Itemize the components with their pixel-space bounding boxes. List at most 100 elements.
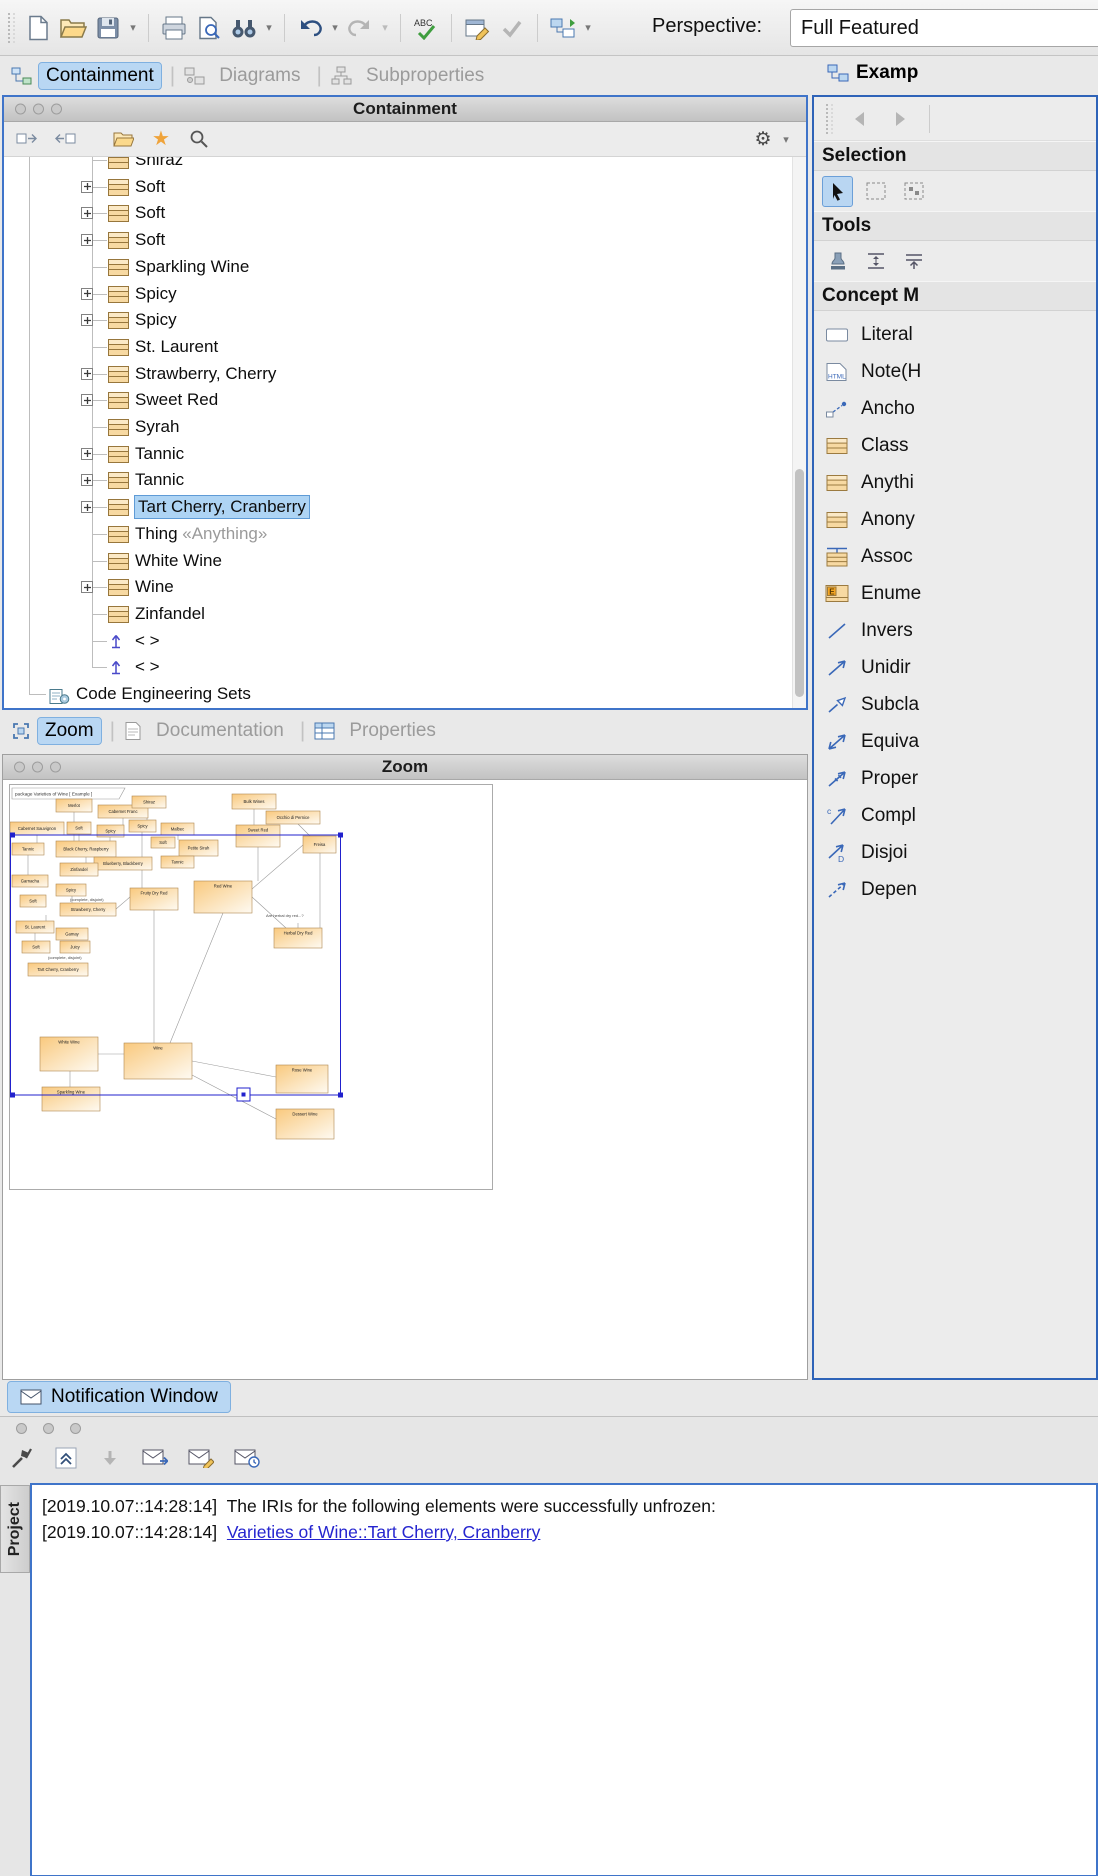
- tree-item[interactable]: Thing «Anything»: [4, 521, 774, 548]
- tree-expander-icon[interactable]: [81, 368, 93, 380]
- palette-item-literal[interactable]: Literal: [814, 316, 1096, 353]
- tree-item[interactable]: Soft: [4, 174, 774, 201]
- tree-item[interactable]: Zinfandel: [4, 601, 774, 628]
- edit-window-button[interactable]: [461, 12, 493, 44]
- back-button[interactable]: [847, 105, 875, 133]
- toolbar-grip[interactable]: [8, 13, 15, 43]
- containment-titlebar[interactable]: Containment: [4, 97, 806, 122]
- related-diagrams-button[interactable]: [547, 12, 579, 44]
- pointer-tool-button[interactable]: [822, 176, 853, 207]
- tree-expander-icon[interactable]: [81, 207, 93, 219]
- concept-modeling-section-header[interactable]: Concept M: [814, 281, 1096, 311]
- diagram-thumbnail[interactable]: package Varieties of Wine [ Example ]Mer…: [9, 784, 493, 1190]
- tree-expander-icon[interactable]: [81, 501, 93, 513]
- palette-item-subcla[interactable]: Subcla: [814, 686, 1096, 723]
- palette-item-enume[interactable]: EEnume: [814, 575, 1096, 612]
- scheduled-notification-button[interactable]: [232, 1444, 262, 1472]
- palette-item-disjoi[interactable]: DDisjoi: [814, 834, 1096, 871]
- favorites-button[interactable]: ★: [148, 126, 174, 152]
- palette-item-unidir[interactable]: Unidir: [814, 649, 1096, 686]
- toolbar-grip[interactable]: [826, 104, 833, 134]
- tree-item[interactable]: Tannic: [4, 467, 774, 494]
- tree-item[interactable]: Shiraz: [4, 157, 774, 174]
- tree-expander-icon[interactable]: [81, 394, 93, 406]
- tab-subproperties[interactable]: Subproperties: [326, 61, 496, 91]
- tree-item[interactable]: White Wine: [4, 548, 774, 575]
- tree-item[interactable]: Spicy: [4, 281, 774, 308]
- palette-item-assoc[interactable]: Assoc: [814, 538, 1096, 575]
- tree-item[interactable]: Sparkling Wine: [4, 254, 774, 281]
- marquee-select-button[interactable]: [860, 176, 891, 207]
- save-button[interactable]: [92, 12, 124, 44]
- new-project-button[interactable]: [22, 12, 54, 44]
- forward-notification-button[interactable]: [140, 1444, 170, 1472]
- quick-search-button[interactable]: [186, 126, 212, 152]
- tree-item[interactable]: Soft: [4, 200, 774, 227]
- tree-expander-icon[interactable]: [81, 448, 93, 460]
- settings-button[interactable]: ⚙: [750, 127, 776, 153]
- tab-example-diagram[interactable]: Examp: [822, 60, 923, 86]
- tree-expander-icon[interactable]: [81, 181, 93, 193]
- edit-notification-button[interactable]: [186, 1444, 216, 1472]
- save-menu-caret[interactable]: ▾: [127, 21, 139, 34]
- tree-item[interactable]: Code Engineering Sets: [4, 681, 774, 708]
- find-button[interactable]: [228, 12, 260, 44]
- tree-item[interactable]: St. Laurent: [4, 334, 774, 361]
- log-settings-button[interactable]: [8, 1444, 36, 1472]
- tree-item[interactable]: Tart Cherry, Cranberry: [4, 494, 774, 521]
- palette-item-anythi[interactable]: Anythi: [814, 464, 1096, 501]
- redo-menu-caret[interactable]: ▾: [379, 21, 391, 34]
- tree-item[interactable]: Tannic: [4, 441, 774, 468]
- tree-expander-icon[interactable]: [81, 288, 93, 300]
- find-menu-caret[interactable]: ▾: [263, 21, 275, 34]
- tree-scrollbar[interactable]: [792, 157, 806, 708]
- log-link[interactable]: Varieties of Wine::Tart Cherry, Cranberr…: [227, 1522, 540, 1542]
- settings-menu-caret[interactable]: ▾: [780, 133, 792, 146]
- tree-item[interactable]: Soft: [4, 227, 774, 254]
- tree-item[interactable]: Strawberry, Cherry: [4, 361, 774, 388]
- palette-item-depen[interactable]: Depen: [814, 871, 1096, 908]
- print-button[interactable]: [158, 12, 190, 44]
- tab-documentation[interactable]: Documentation: [119, 716, 296, 746]
- swimlane-tool-button[interactable]: [898, 246, 929, 277]
- tree-item[interactable]: Wine: [4, 574, 774, 601]
- expand-all-button[interactable]: [52, 1444, 80, 1472]
- link-active-diagram-button[interactable]: [14, 126, 40, 152]
- tree-item[interactable]: Syrah: [4, 414, 774, 441]
- notification-window-button[interactable]: Notification Window: [8, 1382, 230, 1412]
- tree-expander-icon[interactable]: [81, 314, 93, 326]
- spell-check-button[interactable]: ABC: [410, 12, 442, 44]
- forward-button[interactable]: [885, 105, 913, 133]
- palette-item-proper[interactable]: Proper: [814, 760, 1096, 797]
- tree-item[interactable]: Spicy: [4, 307, 774, 334]
- palette-item-class[interactable]: Class: [814, 427, 1096, 464]
- open-project-button[interactable]: [57, 12, 89, 44]
- tab-containment[interactable]: Containment: [6, 61, 166, 91]
- undo-menu-caret[interactable]: ▾: [329, 21, 341, 34]
- palette-item-anony[interactable]: Anony: [814, 501, 1096, 538]
- distribute-tool-button[interactable]: [860, 246, 891, 277]
- redo-button[interactable]: [344, 12, 376, 44]
- perspective-select[interactable]: Full Featured: [790, 9, 1098, 47]
- select-in-tree-button[interactable]: [52, 126, 78, 152]
- tab-zoom[interactable]: Zoom: [6, 716, 106, 746]
- zoom-canvas[interactable]: package Varieties of Wine [ Example ]Mer…: [3, 780, 807, 1379]
- tab-properties[interactable]: Properties: [309, 716, 448, 746]
- tree-item[interactable]: < >: [4, 628, 774, 655]
- diagram-menu-caret[interactable]: ▾: [582, 21, 594, 34]
- tree-expander-icon[interactable]: [81, 474, 93, 486]
- log-output[interactable]: [2019.10.07::14:28:14] The IRIs for the …: [30, 1483, 1098, 1876]
- tree-expander-icon[interactable]: [81, 581, 93, 593]
- selection-section-header[interactable]: Selection: [814, 141, 1096, 171]
- scrollbar-thumb[interactable]: [795, 469, 804, 697]
- move-down-button[interactable]: [96, 1444, 124, 1472]
- open-element-button[interactable]: [110, 126, 136, 152]
- palette-item-note-h[interactable]: HTMLNote(H: [814, 353, 1096, 390]
- stamper-tool-button[interactable]: [822, 246, 853, 277]
- project-side-tab[interactable]: Project: [0, 1485, 30, 1573]
- tree-expander-icon[interactable]: [81, 234, 93, 246]
- validate-button[interactable]: [496, 12, 528, 44]
- zoom-titlebar[interactable]: Zoom: [3, 755, 807, 780]
- lasso-select-button[interactable]: [898, 176, 929, 207]
- palette-item-invers[interactable]: Invers: [814, 612, 1096, 649]
